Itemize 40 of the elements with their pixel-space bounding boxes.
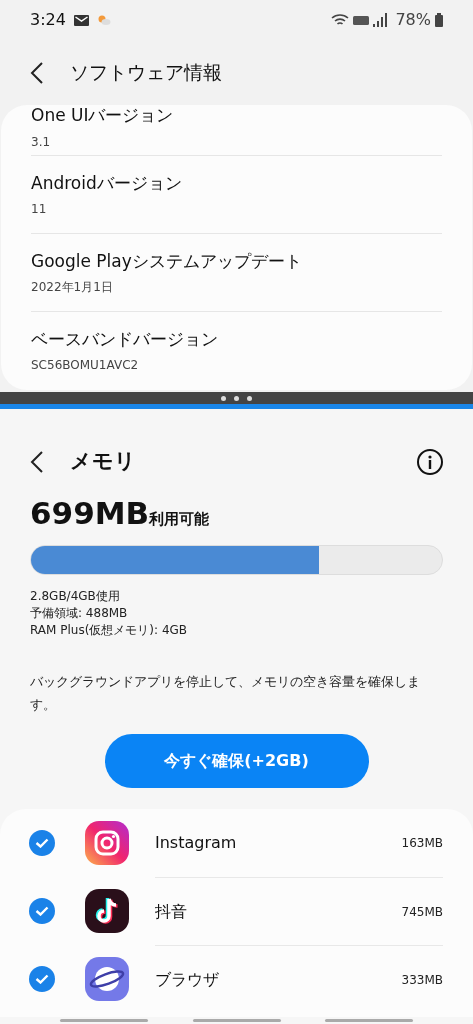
page-title: メモリ — [70, 448, 136, 476]
battery-percent: 78% — [395, 9, 431, 31]
memory-detail: RAM Plus(仮想メモリ): 4GB — [30, 623, 189, 638]
free-up-button[interactable]: 今すぐ確保(+2GB) — [104, 734, 369, 788]
setting-title[interactable]: Google Playシステムアップデート — [31, 248, 442, 275]
app-name: ブラウザ — [155, 968, 219, 991]
memory-detail: 予備領域: 488MB — [30, 606, 129, 621]
battery-icon — [435, 13, 443, 27]
setting-title[interactable]: ベースバンドバージョン — [31, 326, 442, 353]
checkmark-icon — [35, 974, 49, 984]
setting-title[interactable]: Androidバージョン — [31, 170, 442, 197]
app-checkbox[interactable] — [29, 966, 55, 992]
app-memory-size: 745MB — [401, 903, 443, 921]
signal-icon — [373, 13, 388, 27]
app-checkbox[interactable] — [29, 830, 55, 856]
available-label: 利用可能 — [149, 510, 210, 530]
clock-time: 3:24 — [30, 9, 66, 31]
setting-value: SC56BOMU1AVC2 — [31, 357, 140, 375]
app-memory-size: 163MB — [401, 835, 443, 852]
camera-app-icon — [85, 821, 129, 865]
page-title: ソフトウェア情報 — [70, 60, 222, 86]
app-name: Instagram — [155, 832, 237, 854]
mail-icon — [73, 14, 89, 26]
app-name: 抖音 — [155, 900, 187, 923]
app-checkbox[interactable] — [29, 898, 55, 924]
checkmark-icon — [35, 906, 49, 916]
setting-value: 2022年1月1日 — [31, 279, 114, 297]
setting-value: 11 — [31, 201, 48, 219]
description-text: バックグラウンドアプリを停止して、メモリの空き容量を確保します。 — [29, 673, 421, 714]
planet-app-icon — [85, 957, 129, 1001]
wifi-icon — [331, 13, 350, 27]
app-memory-size: 333MB — [401, 971, 443, 989]
checkmark-icon — [35, 838, 49, 848]
setting-value: 3.1 — [31, 133, 52, 151]
setting-title[interactable]: One UIバージョン — [31, 105, 442, 129]
info-icon[interactable] — [417, 449, 443, 475]
available-memory: 699MB — [30, 494, 150, 533]
memory-detail: 2.8GB/4GB使用 — [30, 589, 121, 604]
music-note-app-icon — [85, 889, 129, 933]
weather-icon — [96, 14, 111, 26]
